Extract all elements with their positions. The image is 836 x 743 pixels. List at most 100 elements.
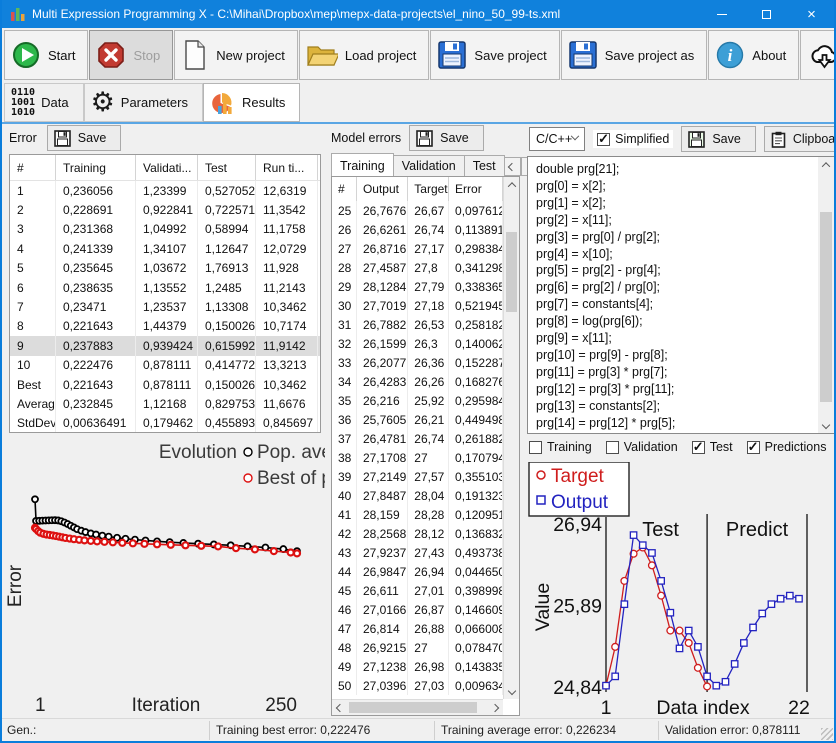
table-row[interactable]: 50,2356451,036721,7691311,928: [10, 259, 320, 278]
table-row[interactable]: 70,234711,235371,1330810,3462: [10, 297, 320, 316]
table-row[interactable]: 4128,15928,280,120951: [332, 505, 503, 524]
table-row[interactable]: Best0,2216430,8781110,15002610,3462: [10, 375, 320, 394]
nav-results-button[interactable]: Results: [203, 83, 300, 122]
table-row[interactable]: 4228,256828,120,136832: [332, 524, 503, 543]
new-project-button[interactable]: New project: [174, 30, 298, 80]
code-save-button[interactable]: Save: [681, 126, 756, 152]
save-project-as-button[interactable]: Save project as: [561, 30, 708, 80]
clipboard-button[interactable]: Clipboard: [764, 126, 836, 152]
table-row[interactable]: 20,2286910,9228410,72257111,3542: [10, 200, 320, 219]
model-errors-vscrollbar[interactable]: [503, 177, 519, 699]
nav-parameters-button[interactable]: ⚙ Parameters: [84, 83, 203, 122]
table-row[interactable]: 2928,128427,790,338365: [332, 277, 503, 296]
table-row[interactable]: 2827,458727,80,341298: [332, 258, 503, 277]
checkbox-icon: [597, 133, 610, 146]
table-row[interactable]: 4726,81426,880,066008: [332, 619, 503, 638]
table-row[interactable]: 60,2386351,135521,248511,2143: [10, 278, 320, 297]
model-errors-table[interactable]: #OutputTargetError2526,767626,670,097612…: [331, 176, 520, 716]
table-row[interactable]: 4826,9215270,078470: [332, 638, 503, 657]
tab-training[interactable]: Training: [331, 153, 394, 176]
updates-button[interactable]: Updates: [800, 30, 836, 80]
toggle-test[interactable]: Test: [692, 440, 733, 454]
table-row[interactable]: 3927,214927,570,355103: [332, 467, 503, 486]
svg-text:Iteration: Iteration: [132, 695, 201, 716]
table-row[interactable]: 3326,207726,360,152287: [332, 353, 503, 372]
table-row[interactable]: 5027,039627,030,009634: [332, 676, 503, 695]
scroll-up-button[interactable]: [818, 157, 834, 173]
table-cell: 38: [332, 448, 357, 467]
minimize-button[interactable]: [699, 0, 744, 28]
error-save-button[interactable]: Save: [47, 125, 122, 151]
table-row[interactable]: 4627,016626,870,146609: [332, 600, 503, 619]
table-row[interactable]: Average0,2328451,121680,82975311,6676: [10, 394, 320, 413]
table-row[interactable]: 4027,848728,040,191323: [332, 486, 503, 505]
maximize-button[interactable]: [744, 0, 789, 28]
table-row[interactable]: 3827,1708270,170794: [332, 448, 503, 467]
table-row[interactable]: 4526,61127,010,398998: [332, 581, 503, 600]
stop-button[interactable]: Stop: [89, 30, 173, 80]
main-toolbar: Start Stop New project Load project Save…: [2, 28, 834, 82]
tab-scroll-left-button[interactable]: [504, 157, 521, 176]
model-errors-hscrollbar[interactable]: [332, 699, 503, 715]
start-button[interactable]: Start: [4, 30, 88, 80]
tab-validation[interactable]: Validation: [393, 155, 465, 176]
code-panel: C/C++ Simplified Save Clipboard double p…: [525, 124, 836, 718]
table-row[interactable]: 4327,923727,430,493738: [332, 543, 503, 562]
table-cell: 11,2143: [256, 278, 318, 297]
svg-text:Pop. average: Pop. average: [257, 442, 325, 463]
table-row[interactable]: 3426,428326,260,168276: [332, 372, 503, 391]
scroll-down-button[interactable]: [818, 417, 834, 433]
table-row[interactable]: 2626,626126,740,113891: [332, 220, 503, 239]
table-row[interactable]: 3226,159926,30,140062: [332, 334, 503, 353]
save-project-button[interactable]: Save project: [430, 30, 559, 80]
table-cell: 27,43: [408, 543, 449, 562]
load-project-button[interactable]: Load project: [299, 30, 430, 80]
scroll-up-button[interactable]: [504, 177, 520, 193]
table-row[interactable]: 30,2313681,049920,5899411,1758: [10, 220, 320, 239]
table-row[interactable]: 3027,701927,180,521945: [332, 296, 503, 315]
table-cell: 0,113891: [449, 220, 503, 239]
table-row[interactable]: 3126,788226,530,258182: [332, 315, 503, 334]
table-row[interactable]: 3526,21625,920,295984: [332, 391, 503, 410]
scroll-down-button[interactable]: [504, 683, 520, 699]
runs-error-table[interactable]: #TrainingValidati...TestRun ti...10,2360…: [9, 154, 321, 433]
scroll-right-button[interactable]: [487, 700, 503, 716]
table-row[interactable]: 90,2378830,9394240,61599211,9142: [10, 336, 320, 355]
table-row[interactable]: 4927,123826,980,143835: [332, 657, 503, 676]
simplified-checkbox[interactable]: Simplified: [593, 130, 673, 148]
table-row[interactable]: 3726,478126,740,261882: [332, 429, 503, 448]
language-select[interactable]: C/C++: [529, 127, 585, 151]
resize-grip[interactable]: [821, 728, 833, 740]
table-row[interactable]: 100,2224760,8781110,41477213,3213: [10, 356, 320, 375]
toggle-training[interactable]: Training: [529, 440, 592, 454]
toggle-label: Test: [710, 440, 733, 454]
table-row[interactable]: 80,2216431,443790,15002610,7174: [10, 317, 320, 336]
table-row[interactable]: 4426,984726,940,044650: [332, 562, 503, 581]
model-errors-save-button[interactable]: Save: [409, 125, 484, 151]
toggle-predictions[interactable]: Predictions: [747, 440, 827, 454]
table-cell: 0,150026: [198, 317, 256, 336]
table-cell: 0,179462: [136, 414, 198, 433]
svg-text:24,84: 24,84: [553, 677, 602, 699]
table-row[interactable]: 10,2360561,233990,52705212,6319: [10, 181, 320, 200]
toggle-validation[interactable]: Validation: [606, 440, 678, 454]
table-row[interactable]: 3625,760526,210,449498: [332, 410, 503, 429]
code-vscrollbar[interactable]: [818, 157, 834, 433]
close-button[interactable]: ×: [789, 0, 834, 28]
tab-test[interactable]: Test: [464, 155, 505, 176]
table-cell: 30: [332, 296, 357, 315]
series-toggles: Training Validation Test Predictions: [529, 440, 826, 454]
svg-text:i: i: [728, 46, 733, 65]
scroll-left-button[interactable]: [332, 700, 348, 716]
table-cell: 25,7605: [357, 410, 408, 429]
table-cell: 27,18: [408, 296, 449, 315]
table-cell: 1,04992: [136, 220, 198, 239]
table-cell: 0,228691: [56, 200, 136, 219]
table-row[interactable]: 40,2413391,341071,1264712,0729: [10, 239, 320, 258]
nav-data-button[interactable]: 011010011010 Data: [4, 83, 84, 122]
generated-code-box[interactable]: double prg[21]; prg[0] = x[2]; prg[1] = …: [527, 156, 835, 434]
about-button[interactable]: i About: [708, 30, 799, 80]
table-row[interactable]: 2526,767626,670,097612: [332, 201, 503, 220]
table-row[interactable]: 2726,871627,170,298384: [332, 239, 503, 258]
table-row[interactable]: StdDev0,006364910,1794620,4558930,845697: [10, 414, 320, 433]
